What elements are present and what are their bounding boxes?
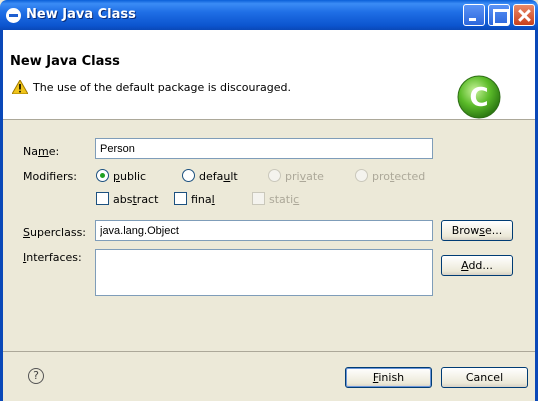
default-radio-label[interactable]: default bbox=[199, 170, 238, 183]
window-icon bbox=[6, 8, 21, 23]
abstract-checkbox-label[interactable]: abstract bbox=[113, 193, 158, 206]
interfaces-list[interactable] bbox=[95, 249, 433, 296]
protected-radio bbox=[355, 169, 368, 182]
svg-text:C: C bbox=[469, 83, 488, 113]
window-title: New Java Class bbox=[26, 7, 136, 22]
protected-radio-label: protected bbox=[372, 170, 426, 183]
dialog-banner: New Java Class The use of the default pa… bbox=[3, 30, 535, 120]
name-input[interactable] bbox=[95, 138, 433, 159]
footer-separator bbox=[3, 351, 535, 352]
modifiers-label: Modifiers: bbox=[23, 170, 77, 183]
public-radio-label[interactable]: public bbox=[113, 170, 146, 183]
help-icon[interactable]: ? bbox=[28, 368, 44, 384]
warning-icon bbox=[12, 80, 28, 94]
static-checkbox bbox=[252, 192, 265, 205]
title-bar[interactable]: New Java Class bbox=[0, 0, 538, 30]
final-checkbox[interactable] bbox=[174, 192, 187, 205]
public-radio[interactable] bbox=[96, 169, 109, 182]
superclass-label: Superclass: bbox=[23, 226, 86, 239]
banner-title: New Java Class bbox=[10, 54, 120, 69]
finish-button[interactable]: Finish bbox=[345, 367, 432, 388]
close-button[interactable] bbox=[513, 4, 535, 26]
interfaces-label: Interfaces: bbox=[23, 251, 82, 264]
static-checkbox-label: static bbox=[269, 193, 300, 206]
private-radio bbox=[268, 169, 281, 182]
browse-button[interactable]: Browse... bbox=[441, 220, 513, 241]
name-label: Name: bbox=[23, 145, 60, 158]
banner-message: The use of the default package is discou… bbox=[33, 81, 292, 94]
minimize-button[interactable] bbox=[463, 4, 485, 26]
final-checkbox-label[interactable]: final bbox=[191, 193, 215, 206]
abstract-checkbox[interactable] bbox=[96, 192, 109, 205]
maximize-button[interactable] bbox=[488, 4, 510, 26]
cancel-button[interactable]: Cancel bbox=[441, 367, 528, 388]
add-interface-button[interactable]: Add... bbox=[441, 255, 513, 276]
superclass-input[interactable] bbox=[95, 220, 433, 241]
new-class-icon: C bbox=[457, 75, 501, 119]
default-radio[interactable] bbox=[182, 169, 195, 182]
private-radio-label: private bbox=[285, 170, 324, 183]
